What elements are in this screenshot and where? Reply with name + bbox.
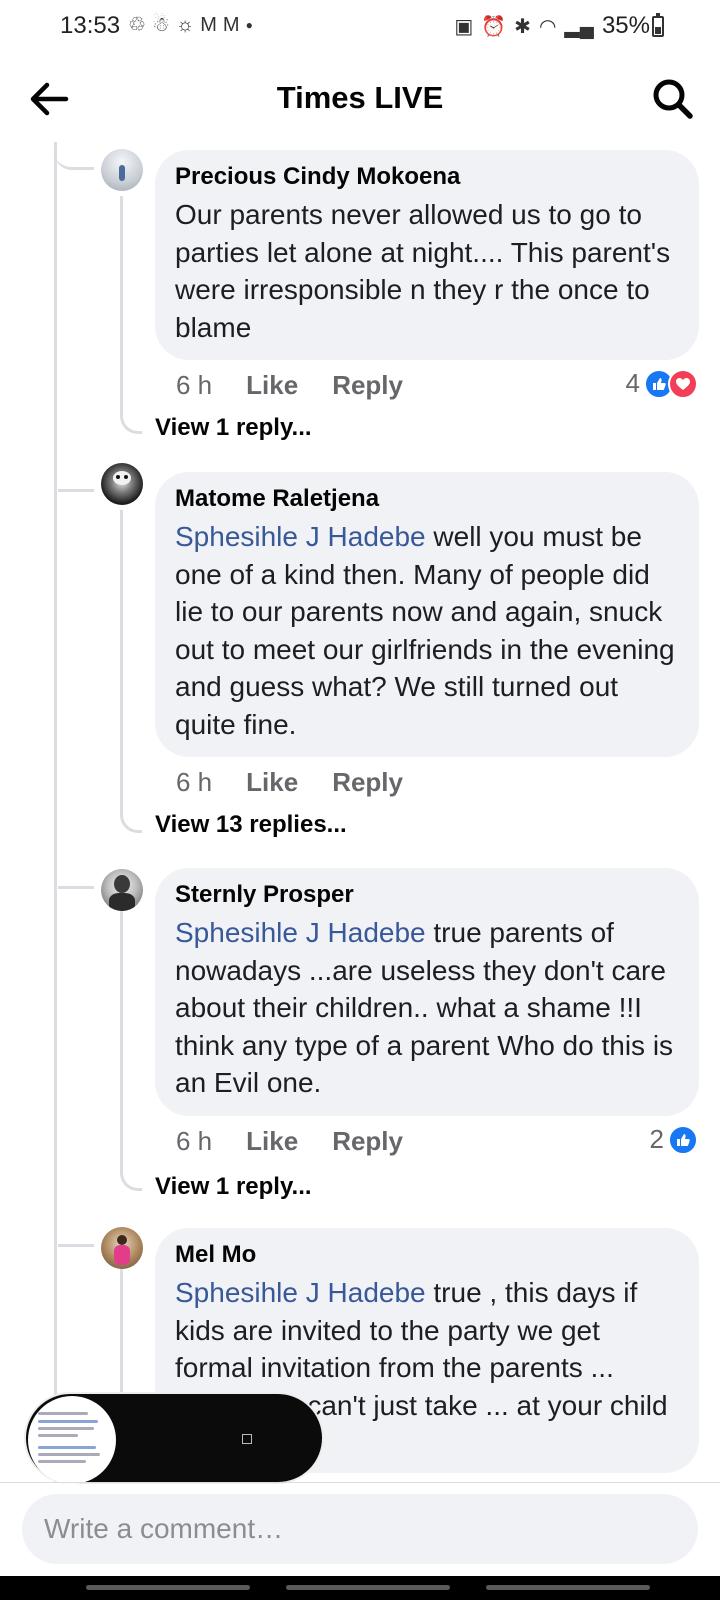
status-bar: 13:53 ♲ ☃ ☼ M M ● ▣ ⏰ ✱ ◠ ▂▄ 35% <box>0 0 720 56</box>
comment-text: Our parents never allowed us to go to pa… <box>175 199 671 343</box>
reply-connector <box>120 906 142 1191</box>
mention-link[interactable]: Sphesihle J Hadebe <box>175 917 426 948</box>
bluetooth-icon: ✱ <box>514 15 531 38</box>
comment-time[interactable]: 6 h <box>176 370 212 401</box>
avatar[interactable] <box>101 149 143 191</box>
view-replies-link[interactable]: View 13 replies... <box>155 811 347 839</box>
like-button[interactable]: Like <box>246 370 298 401</box>
comment-time[interactable]: 6 h <box>176 767 212 798</box>
signal-icon: ▂▄ <box>564 15 594 38</box>
like-button[interactable]: Like <box>246 1126 298 1157</box>
wifi-icon: ◠ <box>538 15 557 38</box>
comment-actions: 6 h Like Reply <box>176 1126 403 1157</box>
search-button[interactable] <box>650 76 696 122</box>
comment-text: Sphesihle J Hadebe well you must be one … <box>175 521 675 740</box>
page-title: Times LIVE <box>276 80 444 115</box>
sync-icon: ♲ <box>128 14 146 36</box>
comment-author[interactable]: Precious Cindy Mokoena <box>175 162 679 192</box>
reply-button[interactable]: Reply <box>332 1126 403 1157</box>
comment-author[interactable]: Matome Raletjena <box>175 484 679 514</box>
comment-bubble[interactable]: Matome Raletjena Sphesihle J Hadebe well… <box>155 472 699 757</box>
avatar[interactable] <box>101 869 143 911</box>
comment-text: Sphesihle J Hadebe true parents of nowad… <box>175 917 674 1098</box>
system-icons: ▣ ⏰ ✱ ◠ ▂▄ 35% <box>454 12 650 40</box>
comment-author[interactable]: Sternly Prosper <box>175 880 679 910</box>
avatar[interactable] <box>101 463 143 505</box>
nav-recents-handle[interactable] <box>86 1585 250 1590</box>
heart-icon <box>668 368 698 399</box>
battery-icon <box>652 13 664 37</box>
comment-actions: 6 h Like Reply <box>176 370 403 401</box>
gmail-icon-2: M <box>222 14 240 36</box>
reaction-count: 2 <box>649 1124 664 1154</box>
alarm-icon: ⏰ <box>481 15 507 38</box>
view-replies-link[interactable]: View 1 reply... <box>155 1173 312 1201</box>
app-bar: Times LIVE <box>0 56 720 142</box>
reply-button[interactable]: Reply <box>332 370 403 401</box>
divider <box>0 1482 720 1483</box>
search-icon <box>653 79 693 119</box>
bixby-icon: ☃ <box>151 14 170 36</box>
avatar[interactable] <box>101 1227 143 1269</box>
reaction-count: 4 <box>625 368 640 398</box>
notification-icons: ♲ ☃ ☼ M M ● <box>128 13 253 37</box>
mention-link[interactable]: Sphesihle J Hadebe <box>175 1277 426 1308</box>
thread-connector <box>54 142 94 170</box>
reaction-summary[interactable]: 4 <box>626 368 698 399</box>
weather-icon: ☼ <box>175 14 195 36</box>
gmail-icon: M <box>200 14 217 36</box>
comment-time[interactable]: 6 h <box>176 1126 212 1157</box>
status-time: 13:53 <box>60 12 121 39</box>
comment-actions: 6 h Like Reply <box>176 767 403 798</box>
view-replies-link[interactable]: View 1 reply... <box>155 414 312 442</box>
battery-percent: 35% <box>601 12 650 39</box>
nav-back-handle[interactable] <box>486 1585 650 1590</box>
thread-connector <box>58 886 94 889</box>
comment-author[interactable]: Mel Mo <box>175 1240 679 1270</box>
reply-button[interactable]: Reply <box>332 767 403 798</box>
comment-bubble[interactable]: Precious Cindy Mokoena Our parents never… <box>155 150 699 360</box>
video-thumbnail[interactable] <box>28 1396 116 1484</box>
thread-line <box>54 142 57 1482</box>
reply-connector <box>120 196 142 434</box>
expand-icon[interactable] <box>242 1434 252 1444</box>
lock-icon: ▣ <box>454 15 474 38</box>
comment-bubble[interactable]: Sternly Prosper Sphesihle J Hadebe true … <box>155 868 699 1116</box>
video-pip-player[interactable] <box>24 1392 324 1484</box>
mention-link[interactable]: Sphesihle J Hadebe <box>175 521 426 552</box>
like-button[interactable]: Like <box>246 767 298 798</box>
more-dot-icon: ● <box>245 18 253 32</box>
nav-home-handle[interactable] <box>286 1585 450 1590</box>
thumbs-up-icon <box>668 1124 698 1155</box>
reaction-summary[interactable]: 2 <box>650 1124 698 1155</box>
comment-input[interactable] <box>22 1494 698 1564</box>
reply-connector <box>120 510 142 833</box>
system-nav-bar <box>0 1576 720 1600</box>
thread-connector <box>58 1244 94 1247</box>
thread-connector <box>58 489 94 492</box>
